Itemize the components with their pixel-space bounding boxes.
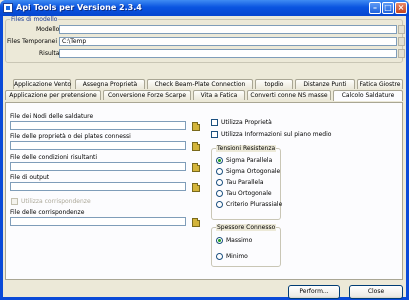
tab-fatica-giostre[interactable]: Fatica Giostre <box>357 79 403 89</box>
criterio-plurassiale-radio[interactable] <box>216 201 223 208</box>
tau-ortogonale-radio[interactable] <box>216 190 223 197</box>
maximize-icon[interactable]: □ <box>382 2 394 14</box>
file-condizioni-label: File delle condizioni risultanti <box>10 154 98 161</box>
perform-button[interactable]: Perform... <box>288 285 340 299</box>
folder-open-icon[interactable] <box>192 142 200 151</box>
utilizza-proprieta-label: Utilizza Proprietà <box>221 119 272 126</box>
sigma-ortogonale-label: Sigma Ortogonale <box>226 168 281 175</box>
folder-open-icon[interactable] <box>192 183 200 192</box>
file-nodi-input[interactable] <box>10 121 186 130</box>
file-output-label: File di output <box>10 174 50 181</box>
file-proprieta-input[interactable] <box>10 141 186 150</box>
calcolo-saldature-panel: File dei Nodi delle saldature File delle… <box>5 102 403 280</box>
close-button[interactable]: Close <box>349 285 403 299</box>
temp-files-label: Files Temporanei <box>7 38 58 45</box>
file-proprieta-label: File delle proprietà o dei plates connes… <box>10 133 131 140</box>
temp-files-input[interactable]: C:\Temp <box>59 37 397 46</box>
tab-assegna-proprieta[interactable]: Assegna Proprietà <box>75 79 145 89</box>
model-files-group-label: Files di modello <box>10 16 59 23</box>
file-condizioni-input[interactable] <box>10 162 186 171</box>
tab-distanze-punti[interactable]: Distanze Punti <box>295 79 355 89</box>
tau-ortogonale-label: Tau Ortogonale <box>226 190 272 197</box>
client-area: Files di modello Modello Files Temporane… <box>3 16 406 299</box>
utilizza-proprieta-checkbox[interactable] <box>211 119 218 126</box>
tab-applicazione-vento[interactable]: Applicazione Vento <box>13 79 71 89</box>
close-icon[interactable]: × <box>395 2 407 14</box>
app-window: Api Tools per Versione 2.3.4 – □ × Files… <box>0 0 409 300</box>
sigma-parallela-radio[interactable] <box>216 157 223 164</box>
temp-files-browse-icon[interactable] <box>398 37 405 46</box>
tab-check-beam-plate[interactable]: Check Beam-Plate Connection <box>147 79 253 89</box>
massimo-label: Massimo <box>226 237 253 244</box>
risultati-input[interactable] <box>59 49 397 58</box>
file-corrispondenze-label: File delle corrispondenze <box>10 209 85 216</box>
file-output-input[interactable] <box>10 182 186 191</box>
modello-input[interactable] <box>59 25 397 34</box>
tab-applicazione-pretensione[interactable]: Applicazione per pretensione <box>5 90 101 100</box>
folder-open-icon[interactable] <box>192 218 200 227</box>
spessore-connesso-title: Spessore Connesso <box>216 224 277 231</box>
app-icon <box>3 3 13 13</box>
utilizza-piano-medio-label: Utilizza Informazioni sul piano medio <box>221 131 332 138</box>
utilizza-corrispondenze-label: Utilizza corrispondenze <box>21 198 91 205</box>
minimo-radio[interactable] <box>216 253 223 260</box>
utilizza-piano-medio-checkbox[interactable] <box>211 131 218 138</box>
title-bar: Api Tools per Versione 2.3.4 – □ × <box>0 0 409 16</box>
criterio-plurassiale-label: Criterio Plurassiale <box>226 201 283 208</box>
tensioni-resistenza-title: Tensioni Resistenza <box>216 145 277 152</box>
file-nodi-label: File dei Nodi delle saldature <box>10 113 94 120</box>
minimo-label: Minimo <box>226 253 248 260</box>
modello-label: Modello <box>36 26 60 33</box>
modello-browse-icon[interactable] <box>398 25 405 34</box>
folder-open-icon[interactable] <box>192 122 200 131</box>
utilizza-corrispondenze-checkbox[interactable] <box>11 198 18 205</box>
spessore-connesso-group: Spessore Connesso <box>211 224 281 267</box>
window-title: Api Tools per Versione 2.3.4 <box>16 3 142 12</box>
tau-parallela-radio[interactable] <box>216 179 223 186</box>
risultati-browse-icon[interactable] <box>398 49 405 58</box>
folder-open-icon[interactable] <box>192 163 200 172</box>
tau-parallela-label: Tau Parallela <box>226 179 264 186</box>
sigma-parallela-label: Sigma Parallela <box>226 157 273 164</box>
minimize-icon[interactable]: – <box>369 2 381 14</box>
tab-vita-a-fatica[interactable]: Vita a Fatica <box>193 90 245 100</box>
tab-topdio[interactable]: topdio <box>255 79 293 89</box>
massimo-radio[interactable] <box>216 237 223 244</box>
sigma-ortogonale-radio[interactable] <box>216 168 223 175</box>
file-corrispondenze-input[interactable] <box>10 217 186 226</box>
tab-calcolo-saldature[interactable]: Calcolo Saldature <box>333 90 403 101</box>
tab-conversione-forze-scarpe[interactable]: Conversione Forze Scarpe <box>103 90 191 100</box>
tab-converti-conne[interactable]: Converti conne NS masse <box>247 90 331 100</box>
